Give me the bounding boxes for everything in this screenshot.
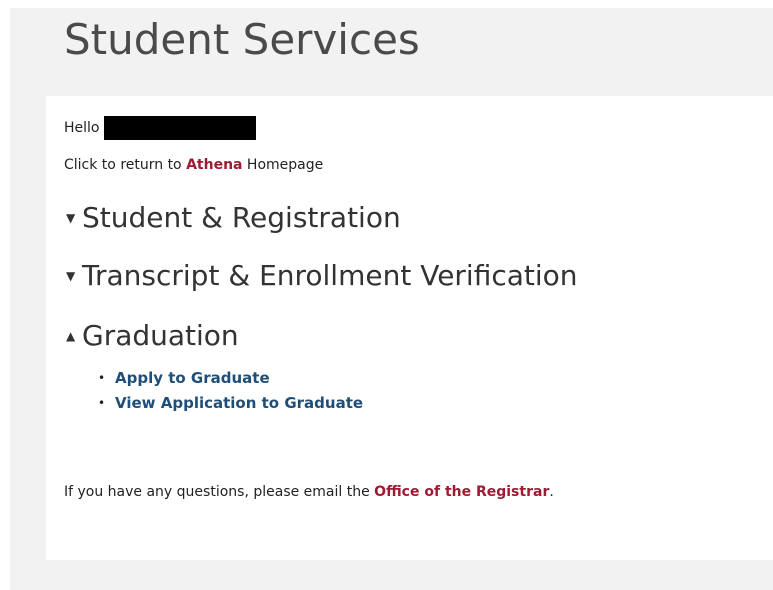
- section-heading[interactable]: Transcript & Enrollment Verification: [82, 258, 578, 294]
- greeting-label: Hello: [64, 120, 100, 136]
- section-graduation[interactable]: ▲ Graduation: [66, 318, 239, 354]
- contact-registrar-line: If you have any questions, please email …: [64, 482, 554, 502]
- athena-home-link[interactable]: Athena: [186, 157, 242, 173]
- bullet: •: [98, 396, 106, 410]
- registrar-email-link[interactable]: Office of the Registrar: [374, 484, 549, 500]
- triangle-down-icon: ▼: [66, 269, 76, 283]
- triangle-down-icon: ▼: [66, 211, 76, 225]
- section-heading[interactable]: Graduation: [82, 318, 239, 354]
- list-item: • View Application to Graduate: [98, 391, 363, 416]
- questions-suffix: .: [549, 484, 554, 500]
- return-suffix: Homepage: [242, 157, 324, 173]
- section-transcript-enrollment[interactable]: ▼ Transcript & Enrollment Verification: [66, 258, 578, 294]
- section-heading[interactable]: Student & Registration: [82, 200, 401, 236]
- page-title: Student Services: [64, 15, 420, 64]
- questions-prefix: If you have any questions, please email …: [64, 484, 375, 500]
- greeting: Hello: [64, 116, 256, 140]
- graduation-links: • Apply to Graduate • View Application t…: [98, 366, 363, 416]
- list-item: • Apply to Graduate: [98, 366, 363, 391]
- triangle-up-icon: ▲: [66, 329, 76, 343]
- apply-to-graduate-link[interactable]: Apply to Graduate: [115, 366, 270, 391]
- view-application-link[interactable]: View Application to Graduate: [115, 391, 363, 416]
- redacted-username: [103, 116, 256, 140]
- bullet: •: [98, 371, 106, 385]
- return-home-line: Click to return to Athena Homepage: [64, 155, 323, 175]
- return-prefix: Click to return to: [64, 157, 187, 173]
- section-student-registration[interactable]: ▼ Student & Registration: [66, 200, 401, 236]
